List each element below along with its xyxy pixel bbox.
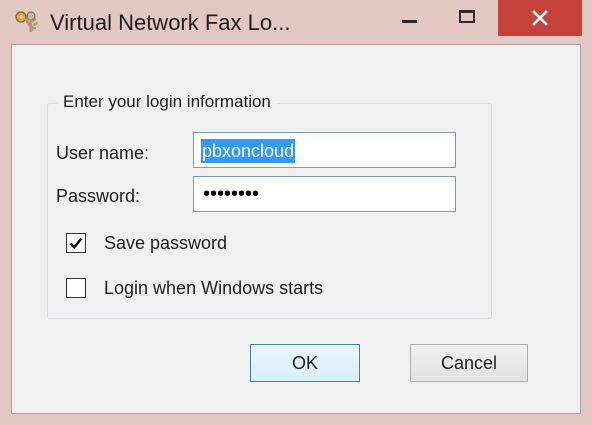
login-on-start-checkbox[interactable] <box>66 278 86 298</box>
login-on-start-label[interactable]: Login when Windows starts <box>104 276 323 300</box>
password-input[interactable]: •••••••• <box>193 176 456 212</box>
password-label: Password: <box>56 186 141 206</box>
save-password-checkbox[interactable] <box>66 233 86 253</box>
maximize-icon <box>459 10 475 23</box>
checkmark-icon <box>69 237 83 250</box>
username-input[interactable]: pbxoncloud <box>193 132 456 168</box>
login-dialog-window: Virtual Network Fax Lo... Enter your log… <box>0 0 592 425</box>
ok-button[interactable]: OK <box>250 344 360 382</box>
close-icon <box>532 10 548 26</box>
password-masked-value: •••••••• <box>203 183 260 205</box>
maximize-button[interactable] <box>448 0 492 36</box>
dialog-client-area: Enter your login information User name: … <box>11 44 581 414</box>
groupbox-legend: Enter your login information <box>57 91 277 113</box>
minimize-icon <box>402 20 417 23</box>
username-value: pbxoncloud <box>201 139 296 163</box>
cancel-button[interactable]: Cancel <box>410 344 528 382</box>
close-button[interactable] <box>498 0 582 36</box>
keys-icon <box>15 11 38 32</box>
username-label: User name: <box>56 143 150 163</box>
window-title: Virtual Network Fax Lo... <box>50 10 291 35</box>
title-bar[interactable]: Virtual Network Fax Lo... <box>0 0 592 44</box>
save-password-label[interactable]: Save password <box>104 231 227 255</box>
minimize-button[interactable] <box>389 0 433 36</box>
